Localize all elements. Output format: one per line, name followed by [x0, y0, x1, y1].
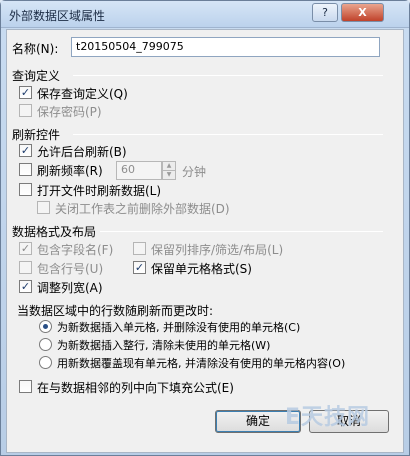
remove-data-label: 关闭工作表之前删除外部数据(D) [55, 202, 230, 216]
close-button[interactable]: X [341, 3, 384, 22]
overwrite-cells-radio[interactable] [39, 356, 52, 369]
name-label: 名称(N): [12, 42, 59, 56]
refresh-control-title: 刷新控件 [12, 128, 61, 142]
row-change-title: 当数据区域中的行数随刷新而更改时: [17, 304, 214, 318]
help-button[interactable]: ? [312, 3, 338, 22]
remove-data-checkbox[interactable] [37, 201, 50, 214]
include-field-names-checkbox[interactable]: ✓ [19, 242, 32, 255]
minutes-unit-label: 分钟 [182, 165, 207, 179]
include-row-numbers-checkbox[interactable] [19, 261, 32, 274]
include-field-names-label: 包含字段名(F) [37, 243, 114, 257]
include-row-numbers-label: 包含行号(U) [37, 262, 104, 276]
refresh-frequency-input[interactable]: 60 [116, 161, 162, 180]
preserve-sort-label: 保留列排序/筛选/布局(L) [151, 243, 284, 257]
save-password-checkbox[interactable] [19, 104, 32, 117]
fill-down-label: 在与数据相邻的列中向下填充公式(E) [37, 381, 234, 395]
dialog-window: 外部数据区域属性 ? X 名称(N): t20150504_799075 查询定… [0, 0, 410, 456]
refresh-on-open-checkbox[interactable] [19, 183, 32, 196]
preserve-sort-checkbox[interactable] [133, 242, 146, 255]
save-query-checkbox[interactable]: ✓ [19, 86, 32, 99]
insert-rows-label: 为新数据插入整行, 清除未使用的单元格(W) [57, 339, 271, 352]
save-query-label: 保存查询定义(Q) [37, 87, 128, 101]
preserve-cell-format-checkbox[interactable]: ✓ [133, 261, 146, 274]
fill-down-checkbox[interactable] [19, 380, 32, 393]
refresh-on-open-label: 打开文件时刷新数据(L) [37, 184, 162, 198]
overwrite-cells-label: 用新数据覆盖现有单元格, 并清除没有使用的单元格内容(O) [57, 357, 346, 370]
refresh-frequency-checkbox[interactable] [19, 163, 32, 176]
divider [100, 231, 383, 232]
adjust-column-width-checkbox[interactable]: ✓ [19, 280, 32, 293]
title-bar[interactable]: 外部数据区域属性 ? X [1, 1, 409, 28]
divider [73, 134, 383, 135]
save-password-label: 保存密码(P) [37, 105, 102, 119]
insert-cells-label: 为新数据插入单元格, 并删除没有使用的单元格(C) [57, 321, 301, 334]
name-input[interactable]: t20150504_799075 [71, 37, 380, 57]
insert-cells-radio[interactable] [39, 320, 52, 333]
background-refresh-label: 允许后台刷新(B) [37, 145, 127, 159]
insert-rows-radio[interactable] [39, 338, 52, 351]
preserve-cell-format-label: 保留单元格格式(S) [151, 262, 252, 276]
spin-down-icon[interactable]: ▼ [162, 170, 176, 180]
background-refresh-checkbox[interactable]: ✓ [19, 144, 32, 157]
data-format-title: 数据格式及布局 [12, 225, 97, 239]
divider [73, 75, 383, 76]
dialog-body: 名称(N): t20150504_799075 查询定义 ✓ 保存查询定义(Q)… [6, 29, 404, 453]
refresh-frequency-label: 刷新频率(R) [37, 164, 103, 178]
adjust-column-width-label: 调整列宽(A) [37, 281, 103, 295]
watermark: E天技网 [285, 405, 371, 430]
query-definition-title: 查询定义 [12, 69, 61, 83]
window-title: 外部数据区域属性 [9, 9, 106, 23]
